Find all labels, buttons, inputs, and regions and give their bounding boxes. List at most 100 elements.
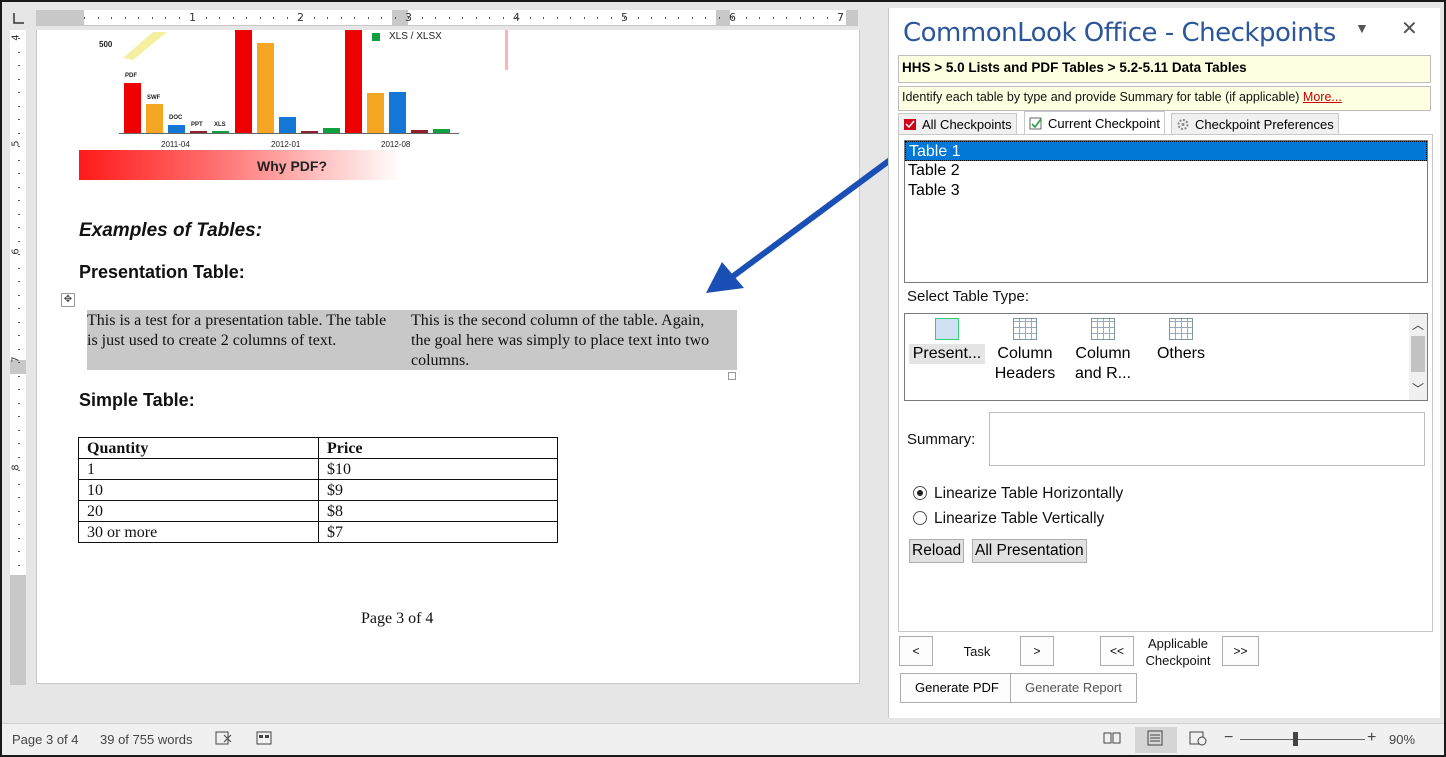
zoom-slider-thumb[interactable] — [1293, 732, 1298, 746]
table-cell[interactable]: $8 — [318, 500, 558, 522]
ruler-tick — [651, 17, 652, 19]
zoom-level[interactable]: 90% — [1389, 732, 1415, 747]
scroll-up-icon[interactable]: ︿ — [1412, 316, 1424, 333]
ruler-tick — [98, 17, 99, 19]
macro-recording-icon[interactable] — [256, 730, 274, 749]
last-checkpoint-button[interactable]: >> — [1222, 636, 1259, 666]
presentation-table[interactable]: This is a test for a presentation table.… — [87, 310, 737, 370]
type-list-scrollbar[interactable]: ︿ ﹀ — [1409, 314, 1427, 400]
vertical-ruler[interactable]: 4 5 6 7 8 — [10, 30, 26, 685]
zoom-in-button[interactable]: + — [1367, 729, 1376, 747]
chart-y-label: 500 — [99, 40, 113, 49]
print-layout-icon[interactable] — [1145, 730, 1165, 749]
header-cell[interactable]: Quantity — [78, 437, 319, 459]
scroll-thumb[interactable] — [1411, 336, 1425, 372]
presentation-cell-1[interactable]: This is a test for a presentation table.… — [87, 311, 397, 351]
linearize-horizontal-option[interactable]: Linearize Table Horizontally — [913, 485, 1123, 503]
table-type-others[interactable]: Others — [1143, 318, 1219, 364]
current-checkpoint-body: Table 1 Table 2 Table 3 Select Table Typ… — [898, 135, 1433, 632]
ruler-tick — [840, 17, 841, 19]
table-cell[interactable]: $7 — [318, 521, 558, 543]
chart-period-label: 2011-04 — [161, 140, 190, 149]
ruler-tick — [273, 17, 274, 19]
web-layout-icon[interactable] — [1188, 730, 1208, 749]
list-item[interactable]: Table 3 — [905, 181, 1427, 201]
table-cell[interactable]: 1 — [78, 458, 319, 480]
tab-current-checkpoint[interactable]: Current Checkpoint — [1024, 111, 1165, 135]
applicable-label-line: Checkpoint — [1145, 653, 1211, 668]
ruler-tick — [18, 457, 20, 458]
zoom-out-button[interactable]: − — [1224, 729, 1233, 747]
table-list[interactable]: Table 1 Table 2 Table 3 — [904, 140, 1428, 283]
tab-stop-selector[interactable] — [8, 8, 30, 28]
table-cell[interactable]: $9 — [318, 479, 558, 501]
table-cell[interactable]: 20 — [78, 500, 319, 522]
ruler-tick — [18, 79, 20, 80]
ruler-tick — [18, 281, 20, 282]
table-move-handle[interactable]: ✥ — [61, 293, 75, 307]
horizontal-ruler[interactable]: 1 2 3 4 5 6 7 — [36, 10, 858, 26]
radio-unselected-icon[interactable] — [913, 511, 927, 525]
first-checkpoint-button[interactable]: << — [1100, 636, 1134, 666]
simple-table[interactable]: Quantity Price 1 $10 10 $9 20 $8 30 or m… — [78, 437, 558, 543]
ruler-tick — [746, 17, 747, 19]
ruler-tick — [18, 497, 20, 498]
table-cell[interactable]: 30 or more — [78, 521, 319, 543]
zoom-slider[interactable] — [1240, 739, 1365, 740]
ruler-tick — [18, 254, 20, 255]
radio-selected-icon[interactable] — [913, 486, 927, 500]
ruler-tick — [18, 38, 20, 39]
table-cell[interactable]: $10 — [318, 458, 558, 480]
ruler-tick — [18, 92, 20, 93]
word-count[interactable]: 39 of 755 words — [100, 732, 193, 747]
ruler-tick — [18, 187, 20, 188]
chart-edge — [505, 30, 508, 70]
generate-report-button[interactable]: Generate Report — [1010, 673, 1137, 703]
table-type-column-headers[interactable]: Column Headers — [987, 318, 1063, 384]
ruler-tick — [665, 17, 666, 19]
ruler-tick — [18, 416, 20, 417]
ruler-number: 4 — [10, 34, 22, 41]
ruler-tick — [435, 17, 436, 19]
legend-swatch — [372, 33, 380, 41]
table-type-presentation[interactable]: Present... — [909, 318, 985, 364]
ruler-tick — [543, 17, 544, 19]
applicable-label-line: Applicable — [1148, 636, 1208, 651]
column-row-table-icon — [1091, 318, 1115, 340]
proofing-icon[interactable] — [214, 730, 234, 749]
ruler-tick — [179, 17, 180, 19]
ruler-tick — [18, 322, 20, 323]
document-page[interactable]: 500 XLS / XLSX PDF SWF DOC PPT XLS 2011-… — [36, 30, 860, 684]
page-count[interactable]: Page 3 of 4 — [12, 732, 79, 747]
header-cell[interactable]: Price — [318, 437, 558, 459]
table-cell[interactable]: 10 — [78, 479, 319, 501]
summary-input[interactable] — [989, 412, 1425, 466]
table-type-column-and-row[interactable]: Column and R... — [1065, 318, 1141, 384]
list-item[interactable]: Table 1 — [905, 141, 1427, 161]
close-icon[interactable]: ✕ — [1401, 16, 1418, 41]
ruler-tick — [18, 376, 20, 377]
read-mode-icon[interactable] — [1102, 730, 1122, 749]
table-resize-handle[interactable] — [728, 372, 736, 380]
generate-pdf-button[interactable]: Generate PDF — [900, 673, 1014, 703]
simple-table-heading: Simple Table: — [79, 390, 195, 410]
presentation-cell-2[interactable]: This is the second column of the table. … — [411, 311, 721, 371]
tab-all-checkpoints[interactable]: All Checkpoints — [898, 113, 1017, 135]
gear-icon — [1176, 118, 1190, 131]
linearize-vertical-option[interactable]: Linearize Table Vertically — [913, 510, 1104, 528]
scroll-down-icon[interactable]: ﹀ — [1412, 380, 1424, 397]
more-link[interactable]: More... — [1303, 90, 1342, 104]
ruler-tick — [530, 17, 531, 19]
tab-checkpoint-preferences[interactable]: Checkpoint Preferences — [1171, 113, 1339, 135]
reload-button[interactable]: Reload — [909, 539, 965, 563]
ruler-tick — [557, 17, 558, 19]
checkpoint-description: Identify each table by type and provide … — [898, 86, 1431, 111]
next-task-button[interactable]: > — [1020, 636, 1054, 666]
list-item[interactable]: Table 2 — [905, 161, 1427, 181]
prev-task-button[interactable]: < — [899, 636, 933, 666]
ruler-tick — [368, 17, 369, 19]
table-type-list[interactable]: Present... Column Headers Column and R..… — [904, 313, 1428, 401]
chevron-down-icon[interactable]: ▼ — [1355, 20, 1369, 36]
others-table-icon — [1169, 318, 1193, 340]
all-presentation-button[interactable]: All Presentation — [972, 539, 1087, 563]
